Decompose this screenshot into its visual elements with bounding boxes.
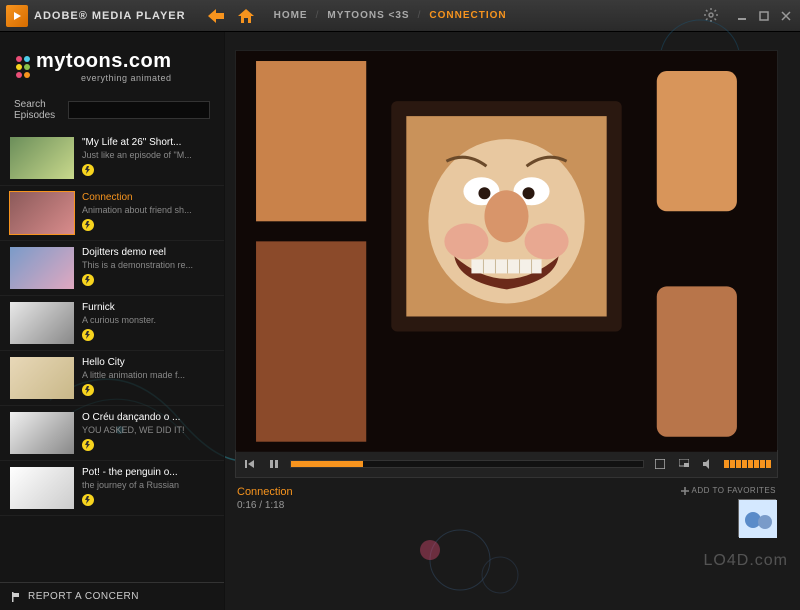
app-icon <box>6 5 28 27</box>
episode-thumb <box>10 357 74 399</box>
report-label: REPORT A CONCERN <box>28 591 139 602</box>
titlebar: ADOBE® MEDIA PLAYER HOME / MYTOONS <3S /… <box>0 0 800 32</box>
episode-title: Furnick <box>82 302 214 313</box>
video-viewport[interactable] <box>235 50 778 450</box>
episode-desc: A curious monster. <box>82 315 214 325</box>
close-button[interactable] <box>778 8 794 24</box>
episode-item[interactable]: O Créu dançando o ... YOU ASKED, WE DID … <box>0 406 224 461</box>
lightning-badge-icon <box>82 274 94 286</box>
pip-button[interactable] <box>676 456 692 472</box>
episode-desc: the journey of a Russian <box>82 480 214 490</box>
lightning-badge-icon <box>82 164 94 176</box>
plus-icon <box>681 487 689 495</box>
episode-thumb <box>10 247 74 289</box>
fullscreen-button[interactable] <box>652 456 668 472</box>
watermark: LO4D.com <box>704 552 788 570</box>
breadcrumb-channel[interactable]: MYTOONS <3S <box>327 10 409 21</box>
breadcrumb-home[interactable]: HOME <box>274 10 308 21</box>
episode-title: O Créu dançando o ... <box>82 412 214 423</box>
episode-thumb <box>10 302 74 344</box>
lightning-badge-icon <box>82 494 94 506</box>
lightning-badge-icon <box>82 439 94 451</box>
lightning-badge-icon <box>82 329 94 341</box>
back-button[interactable] <box>206 6 226 26</box>
home-button[interactable] <box>236 6 256 26</box>
add-to-favorites-button[interactable]: ADD TO FAVORITES <box>681 486 776 495</box>
breadcrumb-separator: / <box>418 10 422 21</box>
video-time: 0:16 / 1:18 <box>237 500 293 511</box>
brand-dots-icon <box>16 56 30 78</box>
pause-button[interactable] <box>266 456 282 472</box>
episode-desc: Just like an episode of "M... <box>82 150 214 160</box>
app-title: ADOBE® MEDIA PLAYER <box>34 10 186 22</box>
episode-thumb <box>10 192 74 234</box>
episode-item[interactable]: "My Life at 26" Short... Just like an ep… <box>0 131 224 186</box>
report-concern-button[interactable]: REPORT A CONCERN <box>0 582 224 610</box>
sidebar: mytoons.com everything animated Search E… <box>0 32 225 610</box>
lightning-badge-icon <box>82 384 94 396</box>
favorites-thumb[interactable] <box>738 499 776 537</box>
breadcrumb-separator: / <box>316 10 320 21</box>
playback-controls <box>235 450 778 478</box>
episode-title: "My Life at 26" Short... <box>82 137 214 148</box>
lightning-badge-icon <box>82 219 94 231</box>
episode-desc: YOU ASKED, WE DID IT! <box>82 425 214 435</box>
volume-icon[interactable] <box>700 456 716 472</box>
episode-thumb <box>10 467 74 509</box>
brand-name: mytoons.com <box>36 50 172 73</box>
settings-button[interactable] <box>704 8 720 24</box>
video-title: Connection <box>237 486 293 498</box>
episode-title: Hello City <box>82 357 214 368</box>
episode-title: Dojitters demo reel <box>82 247 214 258</box>
episode-desc: A little animation made f... <box>82 370 214 380</box>
volume-meter[interactable] <box>724 460 771 468</box>
minimize-button[interactable] <box>734 8 750 24</box>
episode-item[interactable]: Furnick A curious monster. <box>0 296 224 351</box>
episode-title: Pot! - the penguin o... <box>82 467 214 478</box>
episode-desc: This is a demonstration re... <box>82 260 214 270</box>
episode-list[interactable]: "My Life at 26" Short... Just like an ep… <box>0 131 224 582</box>
maximize-button[interactable] <box>756 8 772 24</box>
brand-tagline: everything animated <box>36 73 172 83</box>
episode-desc: Animation about friend sh... <box>82 205 214 215</box>
search-label: Search Episodes <box>14 99 60 121</box>
prev-button[interactable] <box>242 456 258 472</box>
search-input[interactable] <box>68 101 210 119</box>
episode-title: Connection <box>82 192 214 203</box>
progress-fill <box>291 461 363 467</box>
channel-brand: mytoons.com everything animated <box>0 32 224 93</box>
episode-thumb <box>10 412 74 454</box>
video-still <box>236 51 777 452</box>
episode-item[interactable]: Pot! - the penguin o... the journey of a… <box>0 461 224 516</box>
breadcrumb: HOME / MYTOONS <3S / CONNECTION <box>274 10 507 21</box>
flag-icon <box>12 592 22 602</box>
breadcrumb-current: CONNECTION <box>429 10 506 21</box>
main-panel: Connection 0:16 / 1:18 ADD TO FAVORITES <box>225 32 800 610</box>
progress-bar[interactable] <box>290 460 644 468</box>
episode-item[interactable]: Connection Animation about friend sh... <box>0 186 224 241</box>
episode-thumb <box>10 137 74 179</box>
episode-item[interactable]: Dojitters demo reel This is a demonstrat… <box>0 241 224 296</box>
episode-item[interactable]: Hello City A little animation made f... <box>0 351 224 406</box>
